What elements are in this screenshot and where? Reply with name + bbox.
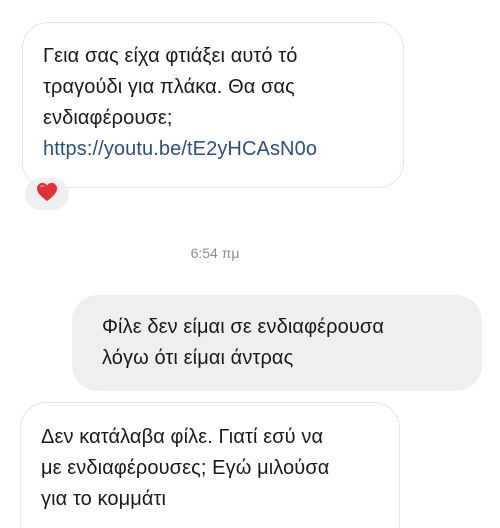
message-text-line: Φίλε δεν είμαι σε ενδιαφέρουσα: [102, 316, 385, 338]
message-text-line: για το κομμάτι: [41, 488, 167, 510]
incoming-message-bubble[interactable]: Δεν κατάλαβα φίλε. Γιατί εσύ να με ενδια…: [20, 402, 400, 528]
message-text-line: τραγούδι για πλάκα. Θα σας: [43, 76, 295, 98]
outgoing-message-bubble[interactable]: Φίλε δεν είμαι σε ενδιαφέρουσα λόγω ότι …: [72, 295, 482, 391]
message-text-line: λόγω ότι είμαι άντρας: [102, 347, 294, 369]
incoming-message-bubble[interactable]: Γεια σας είχα φτιάξει αυτό τό τραγούδι γ…: [22, 22, 404, 188]
heart-icon: [36, 182, 58, 207]
message-text-line: ενδιαφέρουσε;: [43, 107, 173, 129]
youtube-link[interactable]: https://youtu.be/tE2yHCAsN0o: [43, 134, 385, 165]
message-text-line: με ενδιαφέρουσες; Εγώ μιλούσα: [41, 457, 330, 479]
message-reaction[interactable]: [25, 178, 69, 210]
message-text-line: Δεν κατάλαβα φίλε. Γιατί εσύ να: [41, 426, 324, 448]
message-text-line: Γεια σας είχα φτιάξει αυτό τό: [43, 45, 298, 67]
message-timestamp: 6:54 πμ: [190, 245, 240, 261]
